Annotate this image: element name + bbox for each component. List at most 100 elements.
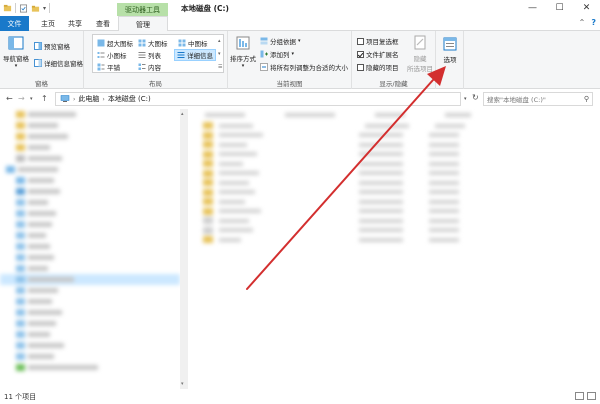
refresh-icon[interactable]: ↻ [472, 93, 479, 102]
forward-icon[interactable]: → [18, 94, 25, 103]
file-extensions-toggle[interactable]: 文件扩展名 [357, 49, 399, 59]
collapse-ribbon-icon[interactable]: ⌃ [579, 18, 586, 27]
close-button[interactable]: ✕ [573, 0, 600, 16]
preview-pane-icon [34, 42, 42, 50]
list-item [16, 208, 180, 219]
table-row[interactable] [195, 131, 600, 141]
medium-icons-option[interactable]: 中图标 [178, 38, 208, 48]
chevron-right-icon: › [73, 95, 76, 103]
status-bar: 11 个项目 [0, 389, 600, 404]
tab-manage[interactable]: 管理 [118, 16, 168, 32]
list-item [16, 197, 180, 208]
details-pane-button[interactable]: 详细信息窗格 [34, 58, 83, 68]
item-count: 11 个项目 [4, 392, 37, 401]
table-row[interactable] [195, 197, 600, 207]
table-row[interactable] [195, 121, 600, 131]
table-row[interactable] [195, 235, 600, 245]
back-icon[interactable]: ← [6, 94, 13, 103]
maximize-button[interactable]: ☐ [546, 0, 573, 16]
help-icon[interactable]: ? [591, 18, 596, 27]
option-label: 小图标 [107, 52, 127, 60]
layout-gallery-scroll[interactable]: ▴ ▾ ☰ [218, 35, 222, 74]
size-all-columns-button[interactable]: 将所有列调整为合适的大小 [260, 62, 348, 72]
checkbox[interactable] [357, 63, 364, 71]
recent-locations-icon[interactable]: ▾ [30, 96, 33, 102]
chevron-down-icon: ▾ [298, 38, 301, 44]
list-item [16, 131, 180, 142]
table-row[interactable] [195, 150, 600, 160]
hide-selected-icon [414, 35, 426, 50]
hidden-items-toggle[interactable]: 隐藏的项目 [357, 62, 399, 72]
large-icons-view-icon[interactable] [587, 392, 596, 400]
group-by-icon [260, 37, 268, 45]
tab-view[interactable]: 查看 [88, 16, 118, 31]
add-columns-button[interactable]: 添加列 ▾ [260, 49, 294, 59]
customize-toolbar-icon[interactable]: ▾ [43, 5, 46, 12]
group-current-view: 排序方式 ▾ 分组依据 ▾ 添加列 ▾ 将所有列调整为合适的大小 当前视图 [228, 31, 352, 89]
list-item [16, 241, 180, 252]
navigation-pane-scrollbar[interactable]: ▴ ▾ [180, 109, 188, 389]
tab-home[interactable]: 主页 [32, 16, 64, 31]
checkbox[interactable] [357, 37, 364, 45]
sort-by-button[interactable]: 排序方式 ▾ [230, 35, 256, 69]
properties-icon[interactable] [19, 4, 28, 13]
large-icons-option[interactable]: 大图标 [138, 38, 168, 48]
list-item [16, 109, 180, 120]
preview-pane-label: 预览窗格 [44, 43, 70, 51]
table-row[interactable] [195, 178, 600, 188]
list-item [16, 296, 180, 307]
options-button[interactable]: 选项 [439, 36, 461, 64]
minimize-button[interactable]: — [519, 0, 546, 16]
table-row[interactable] [195, 226, 600, 236]
ribbon-right-controls: ⌃ ? [579, 18, 596, 27]
tab-file[interactable]: 文件 [0, 16, 29, 31]
tiles-option[interactable]: 平铺 [97, 62, 120, 72]
table-row[interactable] [195, 216, 600, 226]
view-switcher [575, 392, 596, 400]
tiles-icon [97, 63, 105, 71]
list-option[interactable]: 列表 [138, 50, 161, 60]
nav-pane-button[interactable]: 导航窗格 ▾ [3, 35, 29, 69]
file-list[interactable] [195, 109, 600, 389]
table-row[interactable] [195, 169, 600, 179]
search-input[interactable]: 搜索"本地磁盘 (C:)" ⚲ [483, 92, 593, 106]
extra-large-icons-option[interactable]: 超大图标 [97, 38, 133, 48]
options-icon [443, 37, 457, 51]
details-view-icon[interactable] [575, 392, 584, 400]
details-pane-label: 详细信息窗格 [44, 60, 83, 68]
list-item [16, 186, 180, 197]
breadcrumb-root[interactable]: 此电脑 [78, 94, 99, 104]
size-columns-icon [260, 63, 268, 71]
chevron-down-icon: ▾ [291, 51, 295, 57]
list-item [16, 351, 180, 362]
up-icon[interactable]: ↑ [41, 94, 48, 103]
layout-gallery: 超大图标 大图标 中图标 小图标 列表 详细信息 平铺 内容 [92, 34, 224, 73]
list-item [16, 142, 180, 153]
new-folder-icon[interactable] [31, 4, 40, 13]
item-checkboxes-toggle[interactable]: 项目复选框 [357, 36, 399, 46]
group-by-button[interactable]: 分组依据 ▾ [260, 36, 301, 46]
hide-selected-label: 隐藏 [413, 55, 427, 63]
details-option[interactable]: 详细信息 [174, 49, 216, 61]
hide-selected-items-button[interactable]: 隐藏 所选项目 [404, 35, 436, 73]
navigation-pane[interactable] [0, 109, 180, 389]
list-item [16, 318, 180, 329]
tab-share[interactable]: 共享 [62, 16, 88, 31]
small-icons-option[interactable]: 小图标 [97, 50, 127, 60]
group-show-hide: 项目复选框 文件扩展名 隐藏的项目 隐藏 所选项目 显示/隐藏 [352, 31, 436, 89]
checkbox-checked[interactable] [357, 50, 364, 58]
table-row[interactable] [195, 188, 600, 198]
address-input[interactable]: › 此电脑 › 本地磁盘 (C:) [55, 92, 461, 106]
breadcrumb-drive[interactable]: 本地磁盘 (C:) [108, 94, 151, 104]
table-row[interactable] [195, 207, 600, 217]
address-dropdown-icon[interactable]: ▾ [464, 96, 467, 102]
preview-pane-button[interactable]: 预览窗格 [34, 41, 70, 51]
address-bar-row: ← → ▾ ↑ › 此电脑 › 本地磁盘 (C:) ▾ ↻ 搜索"本地磁盘 (C… [0, 89, 600, 109]
list-item [16, 307, 180, 318]
content-option[interactable]: 内容 [138, 62, 161, 72]
list-item [16, 362, 180, 373]
table-row[interactable] [195, 140, 600, 150]
ribbon: 导航窗格 ▾ 预览窗格 详细信息窗格 窗格 超大图标 大图标 中图标 小图标 列… [0, 31, 600, 89]
separator [49, 3, 51, 13]
table-row[interactable] [195, 159, 600, 169]
